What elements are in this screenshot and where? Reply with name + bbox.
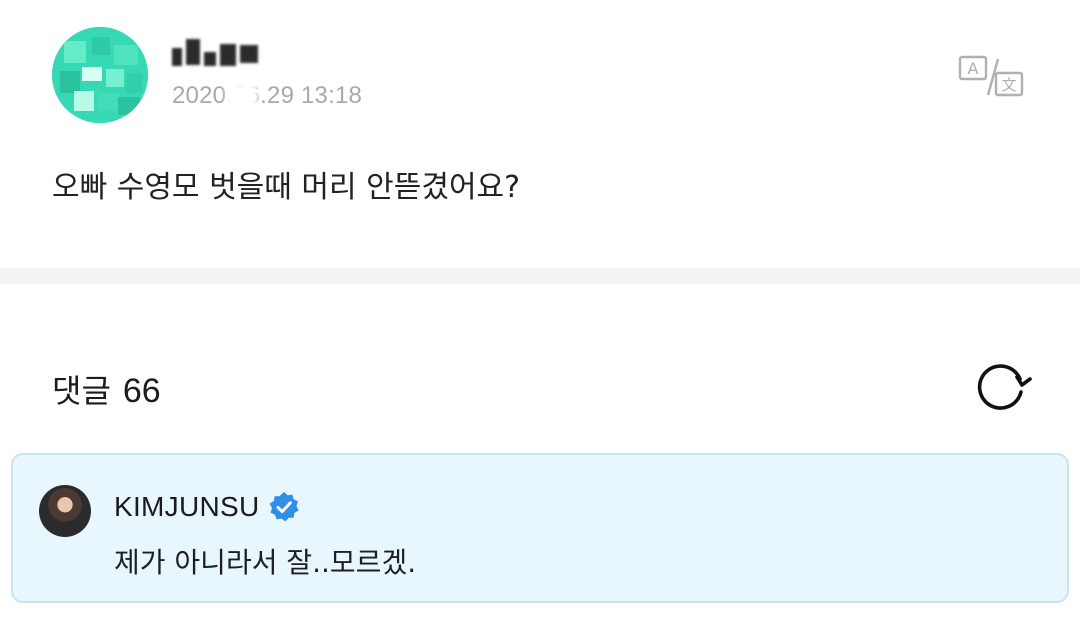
post-author-avatar[interactable] (52, 27, 148, 123)
verified-badge-icon (269, 492, 299, 522)
comment-author-name[interactable]: KIMJUNSU (114, 491, 260, 523)
post-body-text: 오빠 수영모 벗을때 머리 안뜯겼어요? (52, 170, 521, 205)
section-divider (0, 268, 1080, 284)
translate-icon: A 文 (958, 55, 1024, 97)
refresh-button[interactable] (976, 361, 1032, 411)
comment-text: 제가 아니라서 잘..모르겠. (114, 546, 417, 579)
comments-count: 66 (122, 372, 161, 410)
svg-text:文: 文 (1001, 76, 1016, 94)
post-author-name[interactable]: 내꺼 (172, 34, 264, 70)
comments-label: 댓글 (52, 372, 111, 410)
comments-header: 댓글 66 (52, 366, 161, 412)
translate-button[interactable]: A 文 (958, 55, 1024, 99)
post-date: 2020.06.29 13:18 (172, 82, 363, 109)
refresh-icon (977, 364, 1032, 410)
comment-author[interactable]: KIMJUNSU (114, 491, 300, 523)
svg-text:A: A (968, 59, 979, 78)
comment-author-avatar[interactable] (39, 485, 91, 537)
artist-comment-card[interactable]: KIMJUNSU 제가 아니라서 잘..모르겠. (11, 453, 1069, 603)
